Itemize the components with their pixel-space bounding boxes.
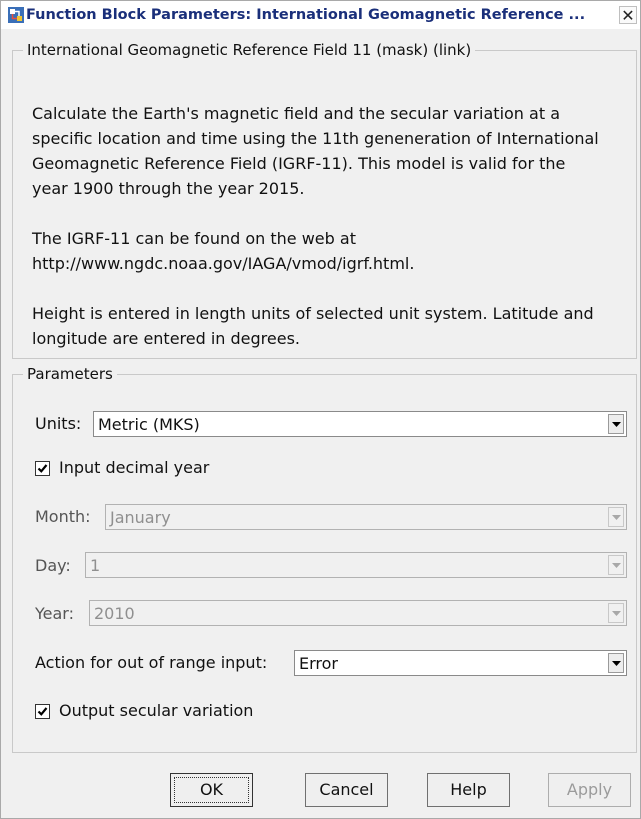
parameters-legend: Parameters [27,365,113,383]
year-dropdown[interactable]: 2010 [89,600,627,626]
chevron-down-icon[interactable] [608,653,624,673]
day-dropdown[interactable]: 1 [85,552,627,578]
input-decimal-year-label[interactable]: Input decimal year [59,458,209,477]
apply-button[interactable]: Apply [548,773,631,807]
month-dropdown[interactable]: January [105,504,627,530]
apply-button-label: Apply [566,780,613,799]
window-title: Function Block Parameters: International… [26,7,586,23]
year-label: Year: [35,604,74,623]
close-icon[interactable]: ✕ [619,6,637,25]
description-legend: International Geomagnetic Reference Fiel… [27,41,472,59]
description-line: Calculate the Earth's magnetic field and… [32,104,560,123]
cancel-button-label: Cancel [319,780,374,799]
ok-button[interactable]: OK [170,773,253,807]
description-line: specific location and time using the 11t… [32,129,599,148]
description-line: longitude are entered in degrees. [32,329,301,348]
help-button-label: Help [450,780,487,799]
description-line: year 1900 through the year 2015. [32,179,305,198]
year-value: 2010 [94,604,135,623]
month-label: Month: [35,507,91,526]
description-text: Calculate the Earth's magnetic field and… [32,101,632,351]
simulink-block-icon [8,7,24,23]
title-bar[interactable]: Function Block Parameters: International… [1,1,640,29]
units-dropdown[interactable]: Metric (MKS) [93,411,627,437]
day-label: Day: [35,556,71,575]
day-value: 1 [90,556,101,575]
output-secular-variation-checkbox[interactable] [35,704,50,719]
out-of-range-value: Error [299,654,338,673]
chevron-down-icon[interactable] [608,603,624,623]
month-value: January [110,508,171,527]
chevron-down-icon[interactable] [608,507,624,527]
help-button[interactable]: Help [427,773,510,807]
description-group: International Geomagnetic Reference Fiel… [12,41,637,359]
description-link-line: http://www.ngdc.noaa.gov/IAGA/vmod/igrf.… [32,254,415,273]
checkmark-icon [37,707,48,716]
description-line: Height is entered in length units of sel… [32,304,594,323]
units-label: Units: [35,414,82,433]
dialog-window: Function Block Parameters: International… [0,0,641,819]
output-secular-variation-label[interactable]: Output secular variation [59,701,253,720]
out-of-range-dropdown[interactable]: Error [294,650,627,676]
input-decimal-year-checkbox[interactable] [35,461,50,476]
description-line: Geomagnetic Reference Field (IGRF-11). T… [32,154,566,173]
out-of-range-label: Action for out of range input: [35,653,268,672]
cancel-button[interactable]: Cancel [305,773,388,807]
chevron-down-icon[interactable] [608,555,624,575]
focus-ring [174,777,249,803]
chevron-down-icon[interactable] [608,414,624,434]
units-value: Metric (MKS) [98,415,200,434]
checkmark-icon [37,464,48,473]
description-line: The IGRF-11 can be found on the web at [32,229,356,248]
